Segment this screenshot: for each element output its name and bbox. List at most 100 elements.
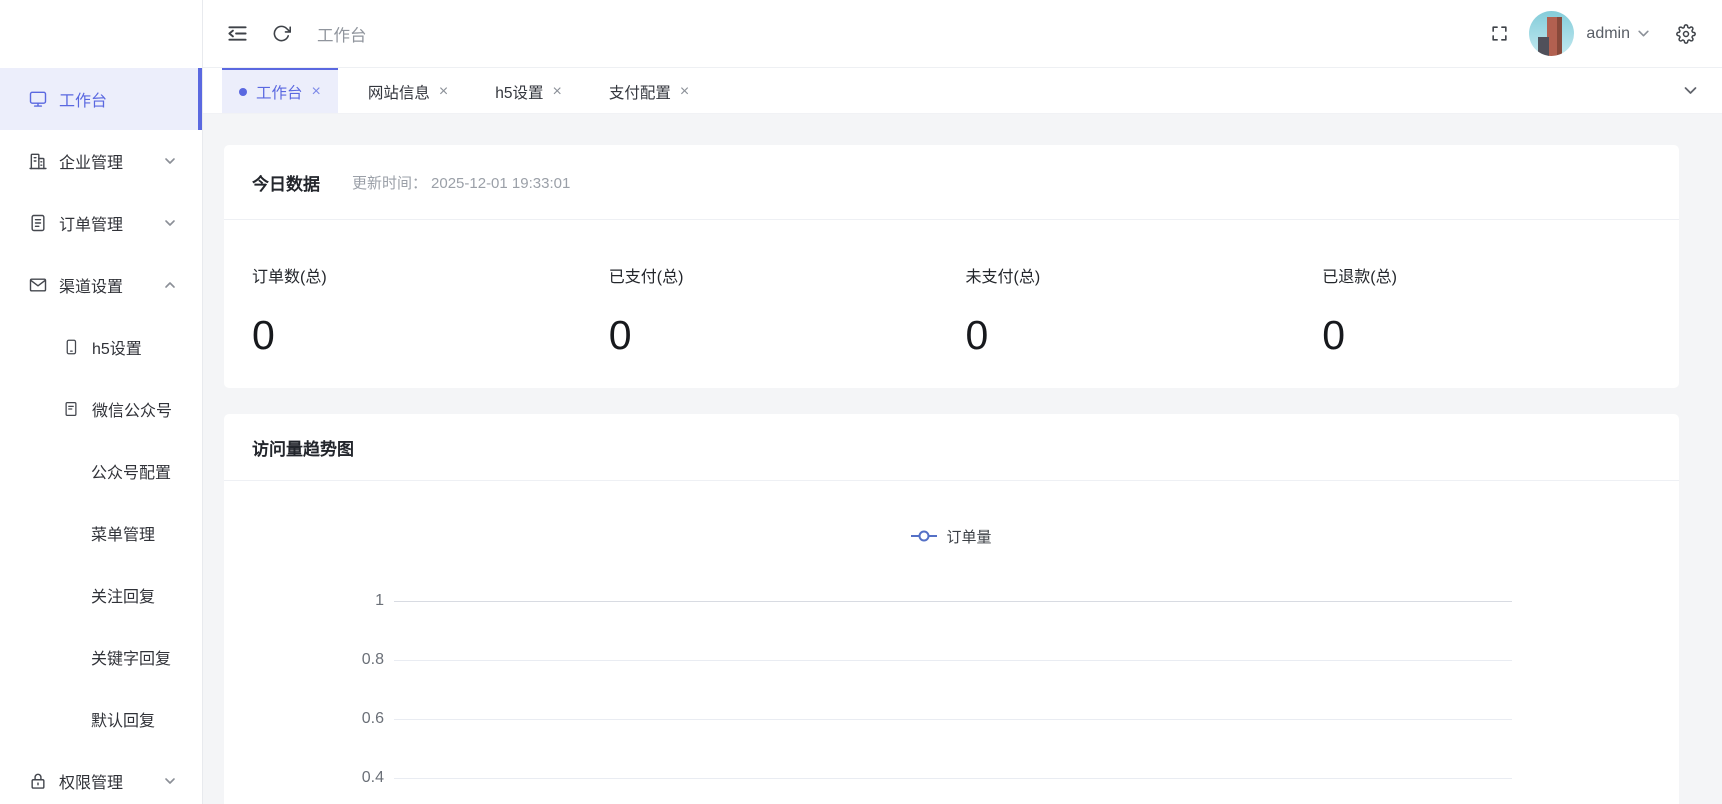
sidebar-item-permission-mgmt[interactable]: 权限管理 bbox=[0, 750, 202, 804]
sidebar-item-label: 权限管理 bbox=[59, 769, 123, 793]
gridline-row: 0.8 bbox=[224, 648, 1679, 672]
sidebar-item-label: 渠道设置 bbox=[59, 273, 123, 297]
app-window: 工作台 企业管理 订单管理 渠道设置 bbox=[0, 0, 1722, 804]
sidebar-item-enterprise-mgmt[interactable]: 企业管理 bbox=[0, 130, 202, 192]
line-series-icon bbox=[911, 529, 937, 543]
chevron-down-icon bbox=[164, 775, 176, 787]
tab-label: h5设置 bbox=[495, 81, 543, 103]
sidebar-item-h5-settings[interactable]: h5设置 bbox=[0, 316, 202, 378]
gridline-row: 0.6 bbox=[224, 707, 1679, 731]
tab-label: 工作台 bbox=[256, 81, 303, 103]
sidebar-item-wechat-official[interactable]: 微信公众号 bbox=[0, 378, 202, 440]
close-tab-icon[interactable]: × bbox=[439, 84, 448, 100]
sidebar-item-menu-mgmt[interactable]: 菜单管理 bbox=[0, 502, 202, 564]
stats-row: 订单数(总) 0 已支付(总) 0 未支付(总) 0 已退款(总) 0 bbox=[224, 220, 1679, 358]
stat-refunded: 已退款(总) 0 bbox=[1322, 263, 1679, 358]
page-content: 今日数据 更新时间：2025-12-01 19:33:01 订单数(总) 0 已… bbox=[203, 114, 1722, 804]
chevron-down-icon bbox=[164, 217, 176, 229]
card-header: 访问量趋势图 bbox=[224, 414, 1679, 481]
gear-icon[interactable] bbox=[1676, 24, 1696, 44]
sidebar-item-workbench[interactable]: 工作台 bbox=[0, 68, 202, 130]
line-chart: 订单量 1 0.8 0.6 0.4 bbox=[224, 524, 1679, 790]
stat-value: 0 bbox=[966, 313, 1323, 358]
envelope-icon bbox=[28, 275, 48, 295]
sidebar-item-label: 订单管理 bbox=[59, 211, 123, 235]
topbar-right: admin bbox=[1490, 11, 1696, 56]
tab-workbench[interactable]: 工作台 × bbox=[222, 68, 338, 113]
username: admin bbox=[1586, 25, 1630, 43]
avatar-building-small bbox=[1538, 37, 1549, 56]
sidebar-item-official-config[interactable]: 公众号配置 bbox=[0, 440, 202, 502]
gridline-row: 0.4 bbox=[224, 766, 1679, 790]
fullscreen-icon[interactable] bbox=[1490, 24, 1509, 43]
user-dropdown[interactable]: admin bbox=[1586, 25, 1650, 43]
stat-value: 0 bbox=[1322, 313, 1679, 358]
stat-label: 未支付(总) bbox=[966, 263, 1323, 287]
close-tab-icon[interactable]: × bbox=[680, 84, 689, 100]
tab-label: 支付配置 bbox=[609, 81, 671, 103]
mobile-icon bbox=[62, 338, 80, 356]
stat-label: 已支付(总) bbox=[609, 263, 966, 287]
sidebar-item-label: 工作台 bbox=[59, 87, 107, 111]
sidebar-item-label: 关注回复 bbox=[91, 583, 155, 607]
stat-unpaid: 未支付(总) 0 bbox=[966, 263, 1323, 358]
sidebar-item-channel-settings[interactable]: 渠道设置 bbox=[0, 254, 202, 316]
sidebar-item-label: 菜单管理 bbox=[91, 521, 155, 545]
y-tick-label: 0.8 bbox=[224, 651, 394, 669]
sidebar-item-label: h5设置 bbox=[92, 335, 142, 359]
legend-label: 订单量 bbox=[946, 526, 991, 547]
sidebar-item-order-mgmt[interactable]: 订单管理 bbox=[0, 192, 202, 254]
topbar: 工作台 admin bbox=[203, 0, 1722, 68]
stat-paid: 已支付(总) 0 bbox=[609, 263, 966, 358]
file-text-icon bbox=[62, 400, 80, 418]
tab-payment-config[interactable]: 支付配置 × bbox=[592, 68, 706, 113]
avatar[interactable] bbox=[1529, 11, 1574, 56]
close-tab-icon[interactable]: × bbox=[552, 84, 561, 100]
sidebar-item-label: 关键字回复 bbox=[91, 645, 171, 669]
tabbar: 工作台 × 网站信息 × h5设置 × 支付配置 × bbox=[203, 68, 1722, 114]
tab-h5-settings[interactable]: h5设置 × bbox=[478, 68, 579, 113]
refresh-icon[interactable] bbox=[272, 24, 291, 43]
sidebar-item-label: 公众号配置 bbox=[91, 459, 171, 483]
avatar-building bbox=[1547, 17, 1562, 56]
close-tab-icon[interactable]: × bbox=[312, 84, 321, 100]
gridline-row: 1 bbox=[224, 589, 1679, 613]
sidebar-item-keyword-reply[interactable]: 关键字回复 bbox=[0, 626, 202, 688]
main-area: 工作台 admin 工作台 bbox=[203, 0, 1722, 804]
update-time-label: 更新时间： bbox=[352, 175, 427, 192]
today-data-card: 今日数据 更新时间：2025-12-01 19:33:01 订单数(总) 0 已… bbox=[224, 145, 1679, 388]
sidebar-item-label: 微信公众号 bbox=[92, 397, 172, 421]
document-icon bbox=[28, 213, 48, 233]
card-title: 访问量趋势图 bbox=[252, 435, 354, 460]
chevron-up-icon bbox=[164, 279, 176, 291]
sidebar: 工作台 企业管理 订单管理 渠道设置 bbox=[0, 0, 203, 804]
sidebar-item-follow-reply[interactable]: 关注回复 bbox=[0, 564, 202, 626]
card-header: 今日数据 更新时间：2025-12-01 19:33:01 bbox=[224, 145, 1679, 220]
tab-site-info[interactable]: 网站信息 × bbox=[351, 68, 465, 113]
menu-fold-icon[interactable] bbox=[227, 23, 248, 44]
stat-label: 订单数(总) bbox=[252, 263, 609, 287]
sidebar-item-label: 默认回复 bbox=[91, 707, 155, 731]
visits-trend-card: 访问量趋势图 订单量 1 0.8 0 bbox=[224, 414, 1679, 804]
sidebar-item-default-reply[interactable]: 默认回复 bbox=[0, 688, 202, 750]
active-dot-icon bbox=[239, 88, 247, 96]
y-tick-label: 0.6 bbox=[224, 710, 394, 728]
y-tick-label: 1 bbox=[224, 592, 394, 610]
tab-label: 网站信息 bbox=[368, 81, 430, 103]
gridline bbox=[394, 778, 1512, 779]
y-tick-label: 0.4 bbox=[224, 769, 394, 787]
stat-label: 已退款(总) bbox=[1322, 263, 1679, 287]
monitor-icon bbox=[28, 89, 48, 109]
update-time: 更新时间：2025-12-01 19:33:01 bbox=[352, 172, 570, 193]
legend-item-orders[interactable]: 订单量 bbox=[224, 524, 1679, 548]
tabs-menu-chevron-icon[interactable] bbox=[1683, 83, 1698, 98]
stat-value: 0 bbox=[252, 313, 609, 358]
update-time-value: 2025-12-01 19:33:01 bbox=[431, 175, 570, 192]
sidebar-logo-area bbox=[0, 0, 202, 68]
sidebar-item-label: 企业管理 bbox=[59, 149, 123, 173]
gridline bbox=[394, 660, 1512, 661]
stat-value: 0 bbox=[609, 313, 966, 358]
chevron-down-icon bbox=[1637, 27, 1650, 40]
gridline bbox=[394, 719, 1512, 720]
building-icon bbox=[28, 151, 48, 171]
